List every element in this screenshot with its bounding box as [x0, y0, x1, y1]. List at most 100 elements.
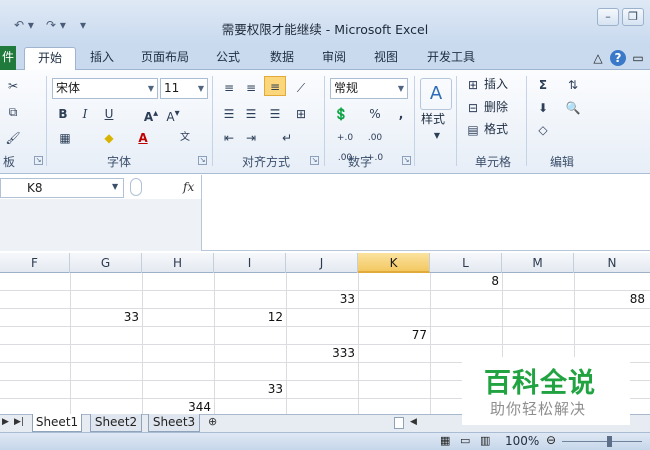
cell-value[interactable]: 33	[70, 309, 139, 326]
bold-button[interactable]: B	[52, 104, 74, 124]
decrease-decimal-button[interactable]: .00 +.0	[360, 128, 390, 163]
underline-button[interactable]: U	[98, 104, 120, 124]
prev-sheet-icon[interactable]: ▶	[2, 417, 9, 427]
clear-icon[interactable]: ◇	[532, 120, 554, 140]
delete-cells-label[interactable]: 删除	[484, 98, 508, 116]
decrease-font-icon[interactable]: A▾	[162, 104, 184, 124]
align-bottom-icon[interactable]: ≡	[264, 76, 286, 96]
styles-icon[interactable]: A	[420, 78, 452, 110]
help-icon[interactable]: ?	[610, 50, 626, 66]
align-left-icon[interactable]: ☰	[218, 104, 240, 124]
sort-filter-icon[interactable]: ⇅	[562, 75, 584, 95]
cell-value[interactable]: 333	[286, 345, 355, 362]
italic-button[interactable]: I	[74, 104, 96, 124]
border-icon[interactable]: ▦	[54, 128, 76, 148]
increase-decimal-button[interactable]: +.0 .00	[330, 128, 360, 163]
tab-developer[interactable]: 开发工具	[420, 47, 482, 70]
last-sheet-icon[interactable]: ▶|	[14, 417, 24, 427]
currency-icon[interactable]: 💲	[330, 104, 352, 124]
font-color-icon[interactable]: A	[132, 128, 154, 148]
copy-icon[interactable]: ⧉	[2, 102, 24, 122]
file-tab[interactable]: 件	[0, 46, 16, 70]
percent-button[interactable]: %	[364, 104, 386, 124]
tab-formulas[interactable]: 公式	[210, 47, 246, 70]
fill-color-icon[interactable]: ◆	[98, 128, 120, 148]
formula-input[interactable]	[201, 175, 650, 251]
font-size-combo[interactable]: 11 ▼	[160, 78, 208, 99]
autosum-icon[interactable]: Σ	[532, 75, 554, 95]
column-header[interactable]: H	[142, 253, 214, 273]
column-header[interactable]: I	[214, 253, 286, 273]
wrap-text-icon[interactable]: ↵	[276, 128, 298, 148]
insert-sheet-icon[interactable]: ⊕	[208, 415, 217, 428]
insert-function-button[interactable]: fx	[183, 180, 194, 194]
cell-value[interactable]: 33	[286, 291, 355, 308]
cell-value[interactable]: 88	[574, 291, 645, 308]
cell-value[interactable]: 33	[214, 381, 283, 398]
name-box[interactable]: K8 ▼	[0, 178, 124, 198]
insert-cells-icon[interactable]: ⊞	[462, 75, 484, 95]
zoom-slider-thumb[interactable]	[607, 436, 612, 447]
tab-data[interactable]: 数据	[264, 47, 300, 70]
sheet-tab-sheet3[interactable]: Sheet3	[148, 414, 200, 432]
comma-button[interactable]: ,	[390, 104, 412, 124]
cell-value[interactable]: 77	[358, 327, 427, 344]
column-header[interactable]: G	[70, 253, 142, 273]
column-header[interactable]: N	[574, 253, 650, 273]
increase-indent-icon[interactable]: ⇥	[240, 128, 262, 148]
zoom-slider[interactable]	[562, 441, 642, 442]
font-name-combo[interactable]: 宋体 ▼	[52, 78, 158, 99]
cut-icon[interactable]: ✂	[2, 76, 24, 96]
insert-cells-label[interactable]: 插入	[484, 75, 508, 93]
minimize-button[interactable]: –	[597, 8, 619, 26]
clipboard-dialog-launcher[interactable]: ↘	[34, 156, 43, 165]
format-cells-icon[interactable]: ▤	[462, 120, 484, 140]
zoom-out-icon[interactable]: ⊖	[546, 433, 556, 447]
column-header[interactable]: F	[0, 253, 70, 273]
column-header[interactable]: J	[286, 253, 358, 273]
format-cells-label[interactable]: 格式	[484, 120, 508, 138]
font-dialog-launcher[interactable]: ↘	[198, 156, 207, 165]
number-dialog-launcher[interactable]: ↘	[402, 156, 411, 165]
column-header[interactable]: M	[502, 253, 574, 273]
alignment-dialog-launcher[interactable]: ↘	[310, 156, 319, 165]
align-top-icon[interactable]: ≡	[218, 78, 240, 98]
tab-view[interactable]: 视图	[368, 47, 404, 70]
cell-value[interactable]: 12	[214, 309, 283, 326]
minimize-ribbon-icon[interactable]: △	[590, 50, 606, 66]
cell-value[interactable]: 344	[142, 399, 211, 414]
chevron-down-icon[interactable]: ▼	[112, 182, 118, 191]
page-break-view-icon[interactable]: ▥	[480, 434, 490, 447]
delete-cells-icon[interactable]: ⊟	[462, 98, 484, 118]
restore-icon[interactable]: ▭	[630, 50, 646, 66]
hscroll-splitter[interactable]	[394, 417, 404, 429]
align-center-icon[interactable]: ☰	[240, 104, 262, 124]
phonetic-icon[interactable]: 文	[174, 128, 196, 148]
restore-button[interactable]: ❐	[622, 8, 644, 26]
zoom-level[interactable]: 100%	[505, 434, 539, 448]
column-header[interactable]: L	[430, 253, 502, 273]
align-right-icon[interactable]: ☰	[264, 104, 286, 124]
tab-home[interactable]: 开始	[24, 47, 76, 71]
scroll-left-icon[interactable]: ◀	[410, 417, 417, 427]
chevron-down-icon[interactable]: ▼	[426, 126, 448, 146]
number-format-combo[interactable]: 常规 ▼	[330, 78, 408, 99]
align-middle-icon[interactable]: ≡	[240, 78, 262, 98]
fill-icon[interactable]: ⬇	[532, 98, 554, 118]
splitter-handle[interactable]	[130, 178, 142, 196]
page-layout-view-icon[interactable]: ▭	[460, 434, 470, 447]
cell-value[interactable]: 8	[430, 273, 499, 290]
sheet-tab-sheet2[interactable]: Sheet2	[90, 414, 142, 432]
tab-insert[interactable]: 插入	[84, 47, 120, 70]
decrease-indent-icon[interactable]: ⇤	[218, 128, 240, 148]
tab-page-layout[interactable]: 页面布局	[134, 47, 196, 70]
increase-font-icon[interactable]: A▴	[140, 104, 162, 124]
merge-center-icon[interactable]: ⊞	[290, 104, 312, 124]
find-select-icon[interactable]: 🔍	[562, 98, 584, 118]
sheet-tab-sheet1[interactable]: Sheet1	[32, 414, 82, 432]
tab-review[interactable]: 审阅	[316, 47, 352, 70]
normal-view-icon[interactable]: ▦	[440, 434, 450, 447]
column-header-selected[interactable]: K	[358, 253, 430, 273]
orientation-icon[interactable]: ⟋	[290, 78, 312, 98]
format-painter-icon[interactable]: 🖌	[2, 128, 24, 148]
